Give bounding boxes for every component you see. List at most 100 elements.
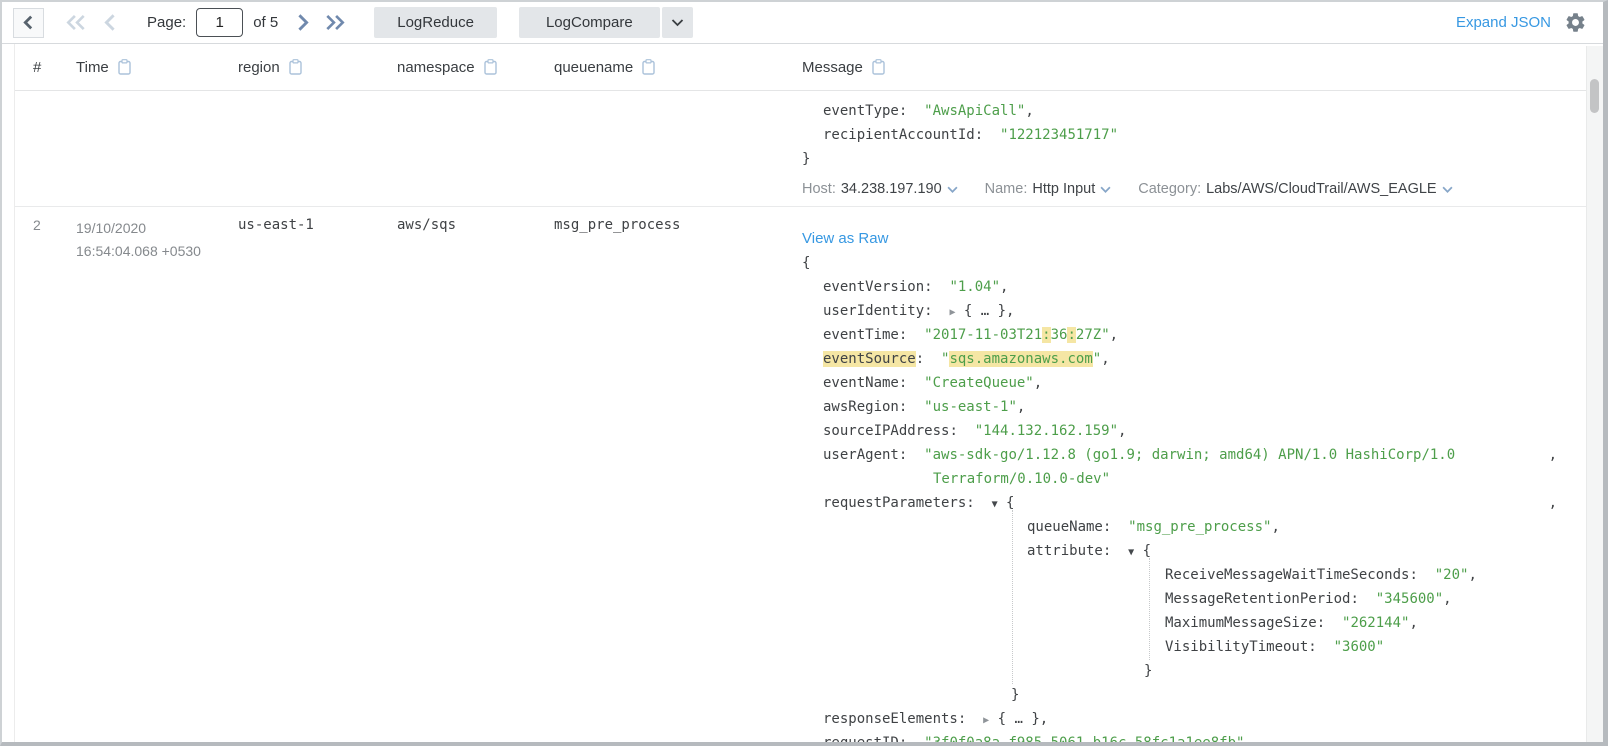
first-page-button[interactable]	[65, 14, 87, 31]
json-line: sourceIPAddress: "144.132.162.159",	[802, 419, 1557, 443]
meta-label: Host:	[802, 177, 836, 201]
copy-column-icon[interactable]	[642, 59, 655, 75]
json-segment: :	[1350, 591, 1375, 607]
page-label: Page:	[147, 14, 186, 31]
json-line: ReceiveMessageWaitTimeSeconds: "20",	[802, 563, 1557, 587]
table-header: #TimeregionnamespacequeuenameMessage	[15, 44, 1603, 91]
region-cell	[238, 91, 397, 206]
logcompare-button[interactable]: LogCompare	[519, 7, 660, 38]
json-segment: "aws-sdk-go/1.12.8 (go1.9; darwin; amd64…	[924, 447, 1455, 463]
expand-json-link[interactable]: Expand JSON	[1456, 14, 1551, 31]
prev-page-button[interactable]	[104, 14, 116, 31]
json-line: requestID: "3f0f0a8a-f985-5061-b16c-58fc…	[802, 731, 1557, 742]
json-line: VisibilityTimeout: "3600"	[802, 635, 1557, 659]
vertical-scrollbar[interactable]	[1586, 46, 1603, 742]
json-segment: awsRegion	[823, 399, 899, 415]
json-segment: VisibilityTimeout	[1165, 639, 1308, 655]
json-line: }	[802, 659, 1557, 683]
next-page-button[interactable]	[297, 14, 309, 31]
copy-column-icon[interactable]	[872, 59, 885, 75]
copy-column-icon[interactable]	[118, 59, 131, 75]
json-segment: "122123451717"	[1000, 127, 1118, 143]
logreduce-button[interactable]: LogReduce	[374, 7, 497, 38]
column-header-message: Message	[802, 59, 1603, 76]
json-segment: :	[899, 399, 924, 415]
json-segment: sqs.amazonaws.com	[949, 351, 1092, 367]
json-segment: sourceIPAddress	[823, 423, 949, 439]
json-segment: :	[1042, 327, 1050, 343]
json-segment: "msg_pre_process"	[1128, 519, 1271, 535]
json-segment: {	[802, 255, 810, 271]
json-segment: requestID	[823, 735, 899, 742]
message-cell: eventType: "AwsApiCall",recipientAccount…	[802, 91, 1603, 206]
host-dropdown[interactable]: Host:34.238.197.190	[802, 177, 958, 201]
json-line: Terraform/0.10.0-dev"	[802, 467, 1557, 491]
row-number: 2	[33, 207, 76, 742]
json-segment: MessageRetentionPeriod	[1165, 591, 1350, 607]
meta-value: Labs/AWS/CloudTrail/AWS_EAGLE	[1206, 177, 1436, 201]
region-cell: us-east-1	[238, 207, 397, 742]
page-total: of 5	[253, 14, 278, 31]
json-line: responseElements: ▶ { … },	[802, 707, 1557, 731]
time-cell	[76, 91, 238, 206]
json-segment: :	[975, 127, 1000, 143]
json-segment: ,	[1000, 279, 1008, 295]
column-header-queuename: queuename	[554, 59, 802, 76]
column-header-label: region	[238, 59, 280, 76]
view-as-raw-link[interactable]: View as Raw	[802, 227, 1557, 251]
json-line: attribute: ▼ {	[802, 539, 1557, 563]
chevron-left-icon	[23, 15, 34, 30]
json-segment: ,	[1110, 327, 1118, 343]
json-segment: "us-east-1"	[924, 399, 1017, 415]
json-line: requestParameters: ▼ {,	[802, 491, 1557, 515]
copy-column-icon[interactable]	[289, 59, 302, 75]
json-line: }	[802, 147, 1557, 171]
json-line: eventVersion: "1.04",	[802, 275, 1557, 299]
time-cell: 19/10/202016:54:04.068 +0530	[76, 207, 238, 742]
json-segment: :	[1103, 519, 1128, 535]
table-row: 219/10/202016:54:04.068 +0530us-east-1 aw…	[15, 207, 1603, 742]
json-segment: :	[924, 279, 949, 295]
back-button[interactable]	[13, 8, 44, 38]
category-dropdown[interactable]: Category:Labs/AWS/CloudTrail/AWS_EAGLE	[1138, 177, 1452, 201]
json-line: userIdentity: ▶ { … },	[802, 299, 1557, 323]
chevron-down-icon	[1100, 186, 1111, 193]
json-segment: { … },	[955, 303, 1014, 319]
json-segment: eventName	[823, 375, 899, 391]
json-line: queueName: "msg_pre_process",	[802, 515, 1557, 539]
json-segment: ,	[1468, 567, 1476, 583]
json-segment: "2017-11-03T21	[924, 327, 1042, 343]
json-segment: }	[1144, 663, 1152, 679]
copy-column-icon[interactable]	[484, 59, 497, 75]
json-line: eventType: "AwsApiCall",	[802, 99, 1557, 123]
column-header-label: Time	[76, 59, 109, 76]
json-segment: ,	[1271, 519, 1279, 535]
json-segment: :	[916, 351, 941, 367]
json-line: MaximumMessageSize: "262144",	[802, 611, 1557, 635]
scrollbar-thumb[interactable]	[1590, 79, 1599, 113]
json-line: recipientAccountId: "122123451717"	[802, 123, 1557, 147]
json-segment: MaximumMessageSize	[1165, 615, 1317, 631]
settings-gear-icon[interactable]	[1564, 11, 1587, 34]
results-table: #TimeregionnamespacequeuenameMessage eve…	[14, 44, 1603, 742]
name-dropdown[interactable]: Name:Http Input	[985, 177, 1112, 201]
json-segment: "3f0f0a8a-f985-5061-b16c-58fc1a1ee8fb"	[924, 735, 1244, 742]
logcompare-dropdown-button[interactable]	[662, 7, 693, 38]
json-segment: eventVersion	[823, 279, 924, 295]
page-input[interactable]	[196, 8, 243, 37]
json-segment: "144.132.162.159"	[975, 423, 1118, 439]
json-segment: attribute	[1027, 543, 1103, 559]
message-meta-line: Host:34.238.197.190 Name:Http Input Catego…	[802, 177, 1557, 201]
chevron-down-icon	[947, 186, 958, 193]
json-segment: ,	[1443, 591, 1451, 607]
json-segment: ,	[1101, 351, 1109, 367]
json-segment: }	[802, 151, 810, 167]
json-indent-guide	[1149, 558, 1150, 660]
last-page-button[interactable]	[324, 14, 346, 31]
json-segment: :	[958, 711, 983, 727]
json-segment: :	[966, 495, 991, 511]
column-header-label: #	[33, 59, 41, 76]
json-segment: ,	[1409, 615, 1417, 631]
json-segment: userIdentity	[823, 303, 924, 319]
json-line: {	[802, 251, 1557, 275]
